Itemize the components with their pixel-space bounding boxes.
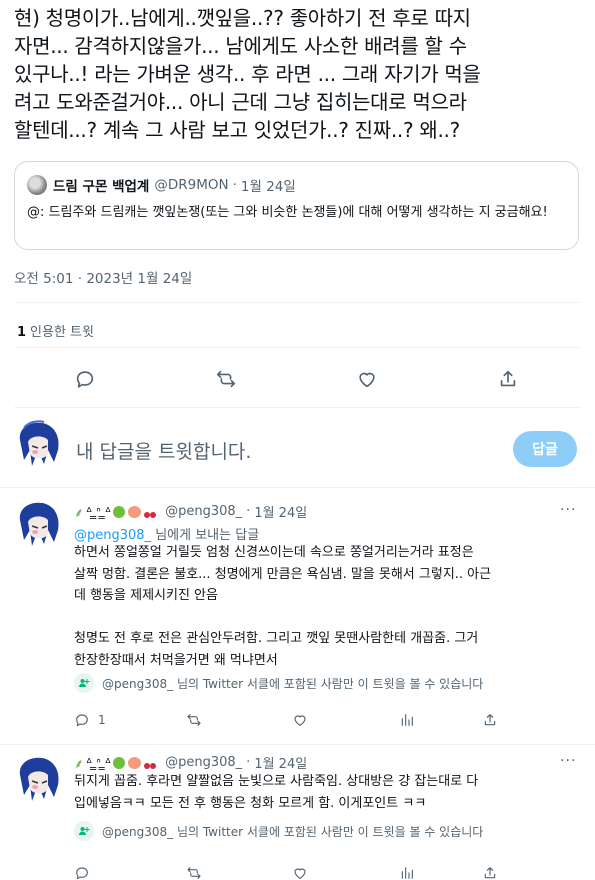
divider [14,347,581,348]
more-options-icon[interactable]: ··· [560,502,576,518]
quoted-author-handle: @DR9MON [154,177,229,193]
circle-notice-text: @peng308_ 님의 Twitter 서클에 포함된 사람만 이 트윗을 볼… [102,676,484,691]
retweet-icon[interactable] [186,710,210,730]
reply-input[interactable]: 내 답글을 트윗합니다. [76,437,251,464]
quote-count-value: 1 [17,325,27,340]
heart-icon[interactable] [292,863,316,880]
replying-to-suffix: 님에게 보내는 답글 [155,528,260,543]
circle-icon [74,673,94,693]
display-name-text: ᐞ ̳ᐢ ̳ᐞ [85,755,112,770]
avatar[interactable] [14,500,60,552]
reply-header: ⸙ ᐞ ̳ᐢ ̳ᐞ @peng308_ · 1월 24일 [74,753,307,772]
green-apple-icon [113,505,126,518]
reply-action-bar: 1 [74,710,544,732]
share-icon[interactable] [482,710,506,730]
divider [14,407,581,408]
circle-notice-text: @peng308_ 님의 Twitter 서클에 포함된 사람만 이 트윗을 볼… [102,824,484,839]
more-options-icon[interactable]: ··· [560,753,576,769]
quoted-tweet-date[interactable]: 1월 24일 [241,175,296,195]
quote-tweets-link[interactable]: 1 인용한 트윗 [17,321,94,340]
sprout-icon: ⸙ [74,756,84,772]
peach-icon [128,756,142,769]
circle-notice: @peng308_ 님의 Twitter 서클에 포함된 사람만 이 트윗을 볼… [74,673,483,693]
reply-text: 뒤지게 꼽줌. 후라면 얄짤없음 눈빛으로 사람죽임. 상대방은 걍 잡는대로 … [74,774,479,811]
green-apple-icon [113,756,126,769]
display-name-text: ᐞ ̳ᐢ ̳ᐞ [85,504,112,519]
reply-icon[interactable] [74,863,98,880]
cherry-icon [144,757,157,769]
reply-button[interactable]: 답글 [513,431,577,467]
reply-date[interactable]: 1월 24일 [254,753,307,772]
replying-to-handle[interactable]: @peng308_ [74,528,151,543]
tweet-timestamp[interactable]: 오전 5:01 · 2023년 1월 24일 [14,267,192,287]
reply-date[interactable]: 1월 24일 [254,502,307,521]
reply-text: 하면서 쫑얼쫑얼 거릴듯 엄청 신경쓰이는데 속으로 쫑얼거리는거라 표정은 살… [74,545,492,668]
display-name[interactable]: ⸙ ᐞ ̳ᐢ ̳ᐞ [74,754,159,772]
quoted-author-name[interactable]: 드림 구몬 백업계 [53,175,149,195]
quoted-tweet-card[interactable]: 드림 구몬 백업계 @DR9MON · 1월 24일 @: 드림주와 드림캐는 … [14,161,579,250]
reply-tweet[interactable]: ⸙ ᐞ ̳ᐢ ̳ᐞ @peng308_ · 1월 24일 ··· 뒤지게 꼽줌.… [0,745,595,880]
quoted-tweet-header: 드림 구몬 백업계 @DR9MON · 1월 24일 [27,175,296,195]
heart-icon[interactable] [292,710,316,730]
avatar[interactable] [27,175,47,195]
author-handle: @peng308_ [165,504,243,519]
circle-icon [74,821,94,841]
reply-count: 1 [98,713,106,727]
share-icon[interactable] [497,368,519,390]
avatar[interactable] [14,420,60,472]
separator-dot: · [232,177,237,193]
quote-count-label: 인용한 트윗 [30,325,94,340]
reply-action-bar [74,863,544,880]
tweet-action-bar [0,364,595,394]
heart-icon[interactable] [356,368,378,390]
share-icon[interactable] [482,863,506,880]
tweet-text: 현) 청명이가..남에게..깻잎을..?? 좋아하기 전 후로 따지 자면...… [14,6,481,142]
sprout-icon: ⸙ [74,505,84,521]
author-handle: @peng308_ [165,755,243,770]
views-icon[interactable] [399,863,423,880]
replying-to: @peng308_ 님에게 보내는 답글 [74,524,259,543]
display-name[interactable]: ⸙ ᐞ ̳ᐢ ̳ᐞ [74,503,159,521]
views-icon[interactable] [399,710,423,730]
peach-icon [128,505,142,518]
reply-icon [76,714,88,727]
reply-action[interactable]: 1 [74,710,106,730]
reply-tweet[interactable]: ⸙ ᐞ ̳ᐢ ̳ᐞ @peng308_ · 1월 24일 ··· @peng30… [0,488,595,743]
quoted-tweet-text: @: 드림주와 드림캐는 깻잎논쟁(또는 그와 비슷한 논쟁들)에 대해 어떻게… [27,205,548,220]
separator-dot: · [246,504,251,519]
circle-notice: @peng308_ 님의 Twitter 서클에 포함된 사람만 이 트윗을 볼… [74,821,483,841]
avatar[interactable] [14,755,60,807]
reply-icon[interactable] [74,368,96,390]
retweet-icon[interactable] [186,863,210,880]
reply-composer: 내 답글을 트윗합니다. 답글 [0,412,595,487]
retweet-icon[interactable] [215,368,237,390]
reply-header: ⸙ ᐞ ̳ᐢ ̳ᐞ @peng308_ · 1월 24일 [74,502,307,521]
cherry-icon [144,506,157,518]
divider [14,302,581,303]
separator-dot: · [246,755,251,770]
